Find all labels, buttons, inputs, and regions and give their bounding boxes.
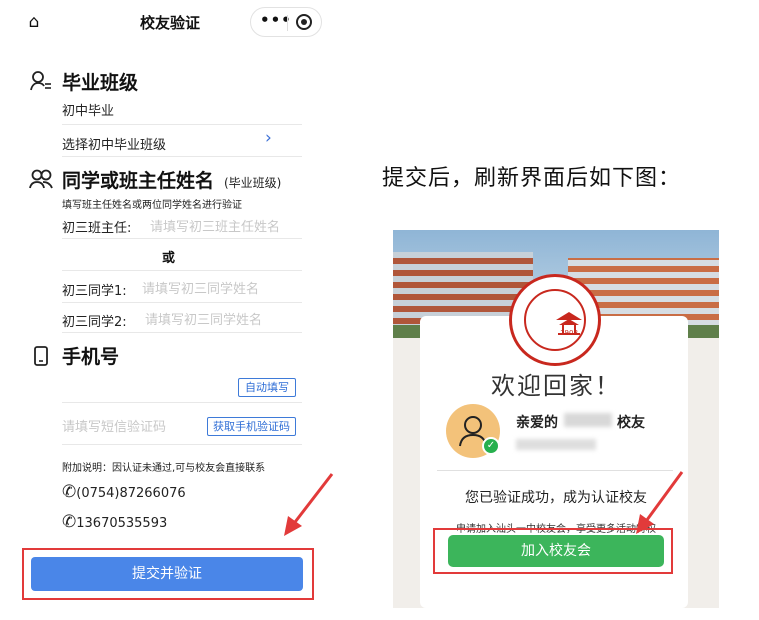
teacher-input[interactable]: 请填写初三班主任姓名 <box>150 216 280 235</box>
classmate1-label: 初三同学1: <box>62 284 127 299</box>
or-label: 或 <box>162 251 176 266</box>
verified-check-icon: ✓ <box>482 437 500 455</box>
teacher-label: 初三班主任: <box>62 221 132 236</box>
class-subtitle: 初中毕业 <box>62 104 115 119</box>
divider <box>62 124 302 125</box>
submit-verify-button[interactable]: 提交并验证 <box>31 557 303 591</box>
section-phone-title: 手机号 <box>62 346 120 368</box>
greeting-prefix: 亲爱的 <box>516 415 558 431</box>
classmate2-label: 初三同学2: <box>62 315 127 330</box>
classmate2-input[interactable]: 请填写初三同学姓名 <box>145 309 262 328</box>
success-screen: 1908 欢迎回家！ ✓ 亲爱的 校友 您已验证成功，成为认证校友 申请加入汕头… <box>393 230 719 608</box>
contact-phone-2[interactable]: ✆13670535593 <box>62 512 167 532</box>
group-icon <box>28 168 54 195</box>
section-names-note: (毕业班级) <box>224 176 282 190</box>
divider <box>62 270 302 271</box>
contact-phone-2-text: 13670535593 <box>76 516 168 531</box>
classmate1-input[interactable]: 请填写初三同学姓名 <box>142 278 259 297</box>
nav-bar: ⌂ 校友验证 ••• <box>0 0 340 44</box>
divider <box>62 238 302 239</box>
divider <box>62 332 302 333</box>
divider <box>62 302 302 303</box>
red-arrow-icon <box>284 473 334 536</box>
school-emblem-icon: 1908 <box>509 274 601 366</box>
blurred-info <box>516 439 596 450</box>
person-list-icon <box>30 70 52 97</box>
extra-note: 附加说明：因认证未通过,可与校友会直接联系 <box>62 463 266 474</box>
section-class-title: 毕业班级 <box>62 72 139 94</box>
caption-text: 提交后，刷新界面后如下图： <box>382 166 682 191</box>
join-association-button[interactable]: 加入校友会 <box>448 535 664 567</box>
sms-code-input[interactable]: 请填写短信验证码 <box>62 416 166 435</box>
divider <box>62 156 302 157</box>
greeting-suffix: 校友 <box>617 415 645 431</box>
telephone-icon: ✆ <box>62 512 77 532</box>
autofill-button[interactable]: 自动填写 <box>238 378 296 397</box>
blurred-name <box>564 413 612 427</box>
chevron-right-icon[interactable]: › <box>265 128 272 148</box>
select-class-label[interactable]: 选择初中毕业班级 <box>62 134 166 153</box>
red-arrow-icon <box>636 471 684 534</box>
capsule-menu: ••• <box>250 7 322 37</box>
target-icon[interactable] <box>296 14 312 30</box>
emblem-inner-ring: 1908 <box>524 289 586 351</box>
section-names-title: 同学或班主任姓名 <box>62 170 215 192</box>
contact-phone-1[interactable]: ✆(0754)87266076 <box>62 482 186 502</box>
get-code-button[interactable]: 获取手机验证码 <box>207 417 296 436</box>
phone-icon <box>33 346 49 371</box>
telephone-icon: ✆ <box>62 482 77 502</box>
emblem-year: 1908 <box>560 329 578 337</box>
contact-phone-1-text: (0754)87266076 <box>76 486 186 501</box>
names-hint: 填写班主任姓名或两位同学姓名进行验证 <box>62 200 242 211</box>
welcome-title: 欢迎回家！ <box>491 372 621 400</box>
divider <box>62 444 302 445</box>
divider <box>62 402 302 403</box>
capsule-divider <box>287 15 288 31</box>
